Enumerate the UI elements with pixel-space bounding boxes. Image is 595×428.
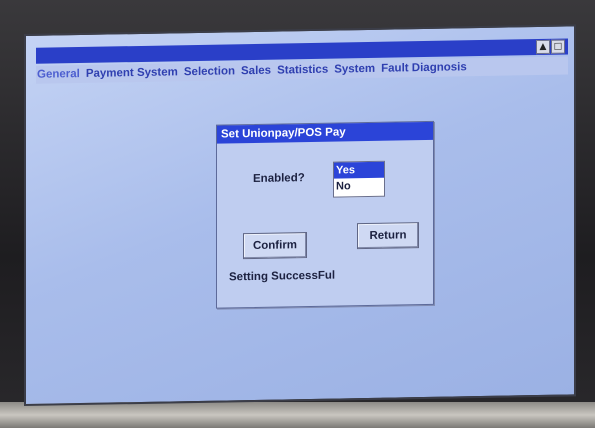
unionpay-settings-dialog: Set Unionpay/POS Pay Enabled? Yes No Con… [216, 120, 434, 309]
return-button[interactable]: Return [357, 222, 419, 250]
option-no[interactable]: No [334, 178, 384, 195]
menu-item-statistics[interactable]: Statistics [276, 61, 329, 80]
menu-item-system[interactable]: System [333, 60, 376, 79]
status-message: Setting SuccessFul [229, 269, 336, 284]
dialog-title: Set Unionpay/POS Pay [217, 121, 433, 144]
menu-item-sales[interactable]: Sales [240, 62, 272, 81]
minimize-icon[interactable]: ▲ [536, 39, 550, 55]
menu-item-selection[interactable]: Selection [183, 62, 236, 81]
device-frame [0, 402, 595, 428]
option-yes[interactable]: Yes [334, 161, 384, 179]
menu-item-general[interactable]: General [36, 65, 81, 84]
menu-item-fault-diagnosis[interactable]: Fault Diagnosis [380, 58, 468, 78]
enabled-label: Enabled? [253, 172, 305, 186]
touch-screen: ▲ □ General Payment System Selection Sal… [24, 24, 576, 406]
enabled-listbox[interactable]: Yes No [333, 160, 385, 198]
maximize-icon[interactable]: □ [551, 39, 565, 54]
confirm-button[interactable]: Confirm [243, 232, 307, 260]
menu-item-payment-system[interactable]: Payment System [85, 63, 179, 83]
